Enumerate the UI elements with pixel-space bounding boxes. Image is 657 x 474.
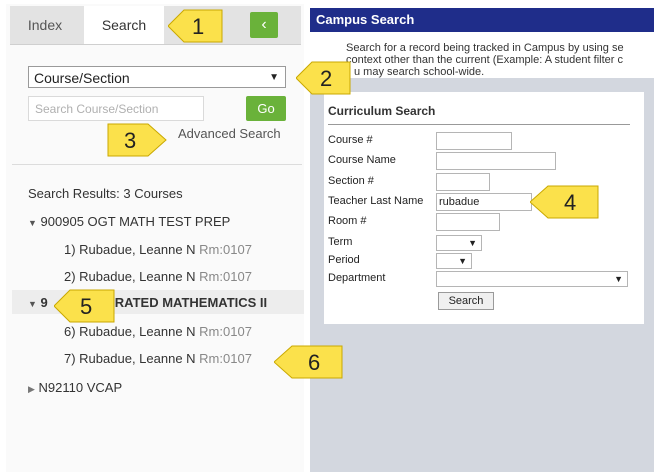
period-select[interactable]: ▼ <box>436 253 472 269</box>
department-label: Department <box>328 272 386 284</box>
panel-title: Campus Search <box>310 8 654 32</box>
callout-number: 3 <box>124 128 137 153</box>
tab-search[interactable]: Search <box>84 6 164 44</box>
results-header: Search Results: 3 Courses <box>28 186 183 201</box>
course-name: 900905 OGT MATH TEST PREP <box>40 214 231 229</box>
section-label: 2) Rubadue, Leanne N <box>64 269 196 284</box>
tab-index[interactable]: Index <box>10 6 80 44</box>
room-number-input[interactable] <box>436 213 500 231</box>
app-frame: Index Search ‹ Course/Section ▼ Search C… <box>6 4 654 472</box>
teacher-last-name-label: Teacher Last Name <box>328 195 424 207</box>
course-row[interactable]: ▼ 900905 OGT MATH TEST PREP <box>28 214 230 229</box>
tab-bar: Index Search ‹ <box>10 6 301 45</box>
expanded-arrow-icon: ▼ <box>28 299 37 309</box>
collapsed-arrow-icon: ▶ <box>28 384 35 394</box>
callout-3: 3 <box>106 120 168 160</box>
callout-number: 6 <box>308 350 321 375</box>
description-line: Search for a record being tracked in Cam… <box>346 42 624 54</box>
search-type-value: Course/Section <box>34 70 130 86</box>
course-name-label: Course Name <box>328 154 396 166</box>
term-select[interactable]: ▼ <box>436 235 482 251</box>
search-input[interactable]: Search Course/Section <box>28 96 204 121</box>
form-divider <box>328 124 630 125</box>
course-row[interactable]: ▶ N92110 VCAP <box>28 380 122 395</box>
callout-number: 2 <box>320 66 333 91</box>
room-label: Rm:0107 <box>199 324 252 339</box>
search-type-select[interactable]: Course/Section ▼ <box>28 66 286 88</box>
form-title: Curriculum Search <box>328 104 436 118</box>
description-line: u may search school-wide. <box>354 66 485 78</box>
description-box: Search for a record being tracked in Cam… <box>310 32 654 78</box>
section-row[interactable]: 6) Rubadue, Leanne N Rm:0107 <box>64 324 252 339</box>
department-select[interactable]: ▼ <box>436 271 628 287</box>
left-panel: Index Search ‹ Course/Section ▼ Search C… <box>6 4 304 472</box>
course-number-input[interactable] <box>436 132 512 150</box>
section-label: 6) Rubadue, Leanne N <box>64 324 196 339</box>
callout-2: 2 <box>296 58 352 98</box>
dropdown-arrow-icon: ▼ <box>269 72 279 83</box>
room-label: Rm:0107 <box>199 351 252 366</box>
callout-5: 5 <box>54 286 116 326</box>
callout-6: 6 <box>274 342 344 382</box>
section-number-label: Section # <box>328 175 374 187</box>
section-number-input[interactable] <box>436 173 490 191</box>
expanded-arrow-icon: ▼ <box>28 218 37 228</box>
room-label: Rm:0107 <box>199 242 252 257</box>
search-button[interactable]: Search <box>438 292 494 310</box>
course-name: EGRATED MATHEMATICS II <box>96 295 268 310</box>
callout-number: 5 <box>80 294 93 319</box>
term-label: Term <box>328 236 353 248</box>
period-label: Period <box>328 254 360 266</box>
section-label: 7) Rubadue, Leanne N <box>64 351 196 366</box>
divider <box>12 164 302 165</box>
course-name: N92110 VCAP <box>38 380 123 395</box>
room-label: Rm:0107 <box>199 269 252 284</box>
callout-number: 4 <box>564 190 577 215</box>
section-row[interactable]: 1) Rubadue, Leanne N Rm:0107 <box>64 242 252 257</box>
advanced-search-link[interactable]: Advanced Search <box>178 126 281 141</box>
description-line: context other than the current (Example:… <box>346 54 623 66</box>
section-row[interactable]: 2) Rubadue, Leanne N Rm:0107 <box>64 269 252 284</box>
course-name-input[interactable] <box>436 152 556 170</box>
course-row[interactable]: ▼ 9 EGRATED MATHEMATICS II <box>28 295 267 310</box>
course-number-label: Course # <box>328 134 373 146</box>
callout-number: 1 <box>192 14 205 39</box>
go-button[interactable]: Go <box>246 96 286 121</box>
description-text: Search for a record being tracked in Cam… <box>346 42 654 78</box>
teacher-last-name-input[interactable]: rubadue <box>436 193 532 211</box>
campus-search-panel: Campus Search Search for a record being … <box>310 8 654 472</box>
callout-4: 4 <box>530 182 600 222</box>
room-number-label: Room # <box>328 215 367 227</box>
course-name-prefix: 9 <box>40 295 48 310</box>
section-row[interactable]: 7) Rubadue, Leanne N Rm:0107 <box>64 351 252 366</box>
chevron-left-icon[interactable]: ‹ <box>250 12 278 38</box>
section-label: 1) Rubadue, Leanne N <box>64 242 196 257</box>
callout-1: 1 <box>168 6 224 46</box>
